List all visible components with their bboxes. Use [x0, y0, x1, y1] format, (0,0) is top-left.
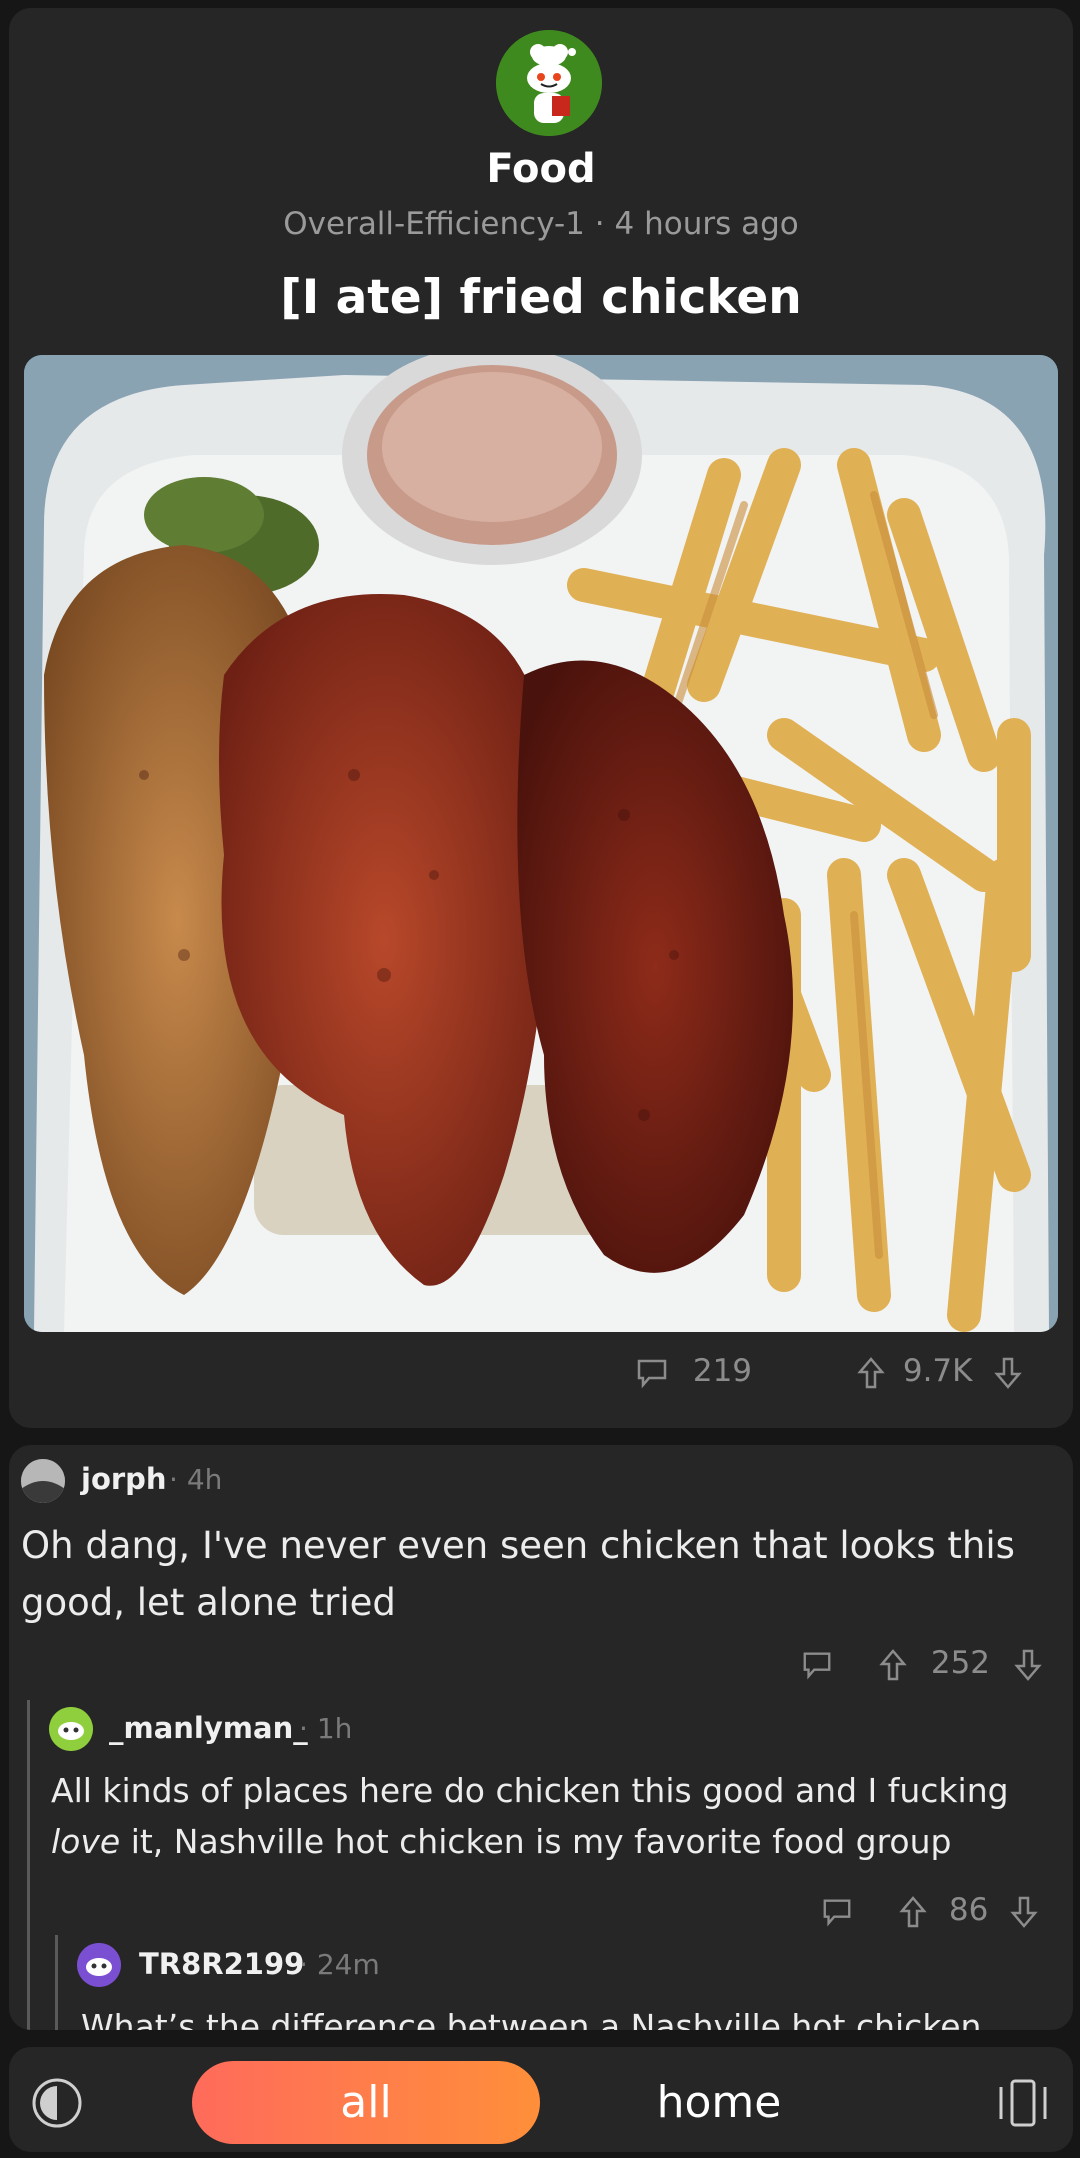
snoo-avatar-icon: [49, 1707, 93, 1751]
snoo-avatar-icon: [77, 1943, 121, 1987]
upvote-icon[interactable]: [857, 1356, 885, 1390]
post-author[interactable]: Overall-Efficiency-1: [283, 206, 585, 242]
comment-body: What’s the difference between a Nashvill…: [81, 2007, 982, 2030]
tab-home[interactable]: home: [609, 2061, 829, 2144]
reply-button[interactable]: [801, 1645, 833, 1681]
post-image[interactable]: [24, 355, 1058, 1332]
comment-score: 252: [930, 1645, 991, 1681]
comment-vote: 86: [899, 1892, 1038, 1929]
thread-line: [55, 1935, 58, 2030]
comment-vote: 252: [879, 1645, 1042, 1682]
post-card: Food Overall-Efficiency-1 · 4 hours ago …: [9, 8, 1073, 1428]
theme-toggle-button[interactable]: [29, 2075, 85, 2131]
comment-body: Oh dang, I've never even seen chicken th…: [21, 1524, 1015, 1624]
comment-score: 86: [948, 1892, 989, 1928]
comment-icon: [823, 1899, 851, 1926]
downvote-icon[interactable]: [1010, 1895, 1038, 1929]
downvote-icon[interactable]: [994, 1356, 1023, 1390]
post-title[interactable]: [I ate] fried chicken: [9, 270, 1073, 325]
fried-chicken-photo: [24, 355, 1058, 1332]
comment-body: All kinds of places here do chicken this…: [51, 1771, 1009, 1861]
comment-count: 219: [692, 1353, 753, 1389]
post-meta: Overall-Efficiency-1 · 4 hours ago: [9, 206, 1073, 242]
comment-time: · 4h: [169, 1463, 223, 1496]
user-avatar-icon: [21, 1459, 65, 1503]
comment-icon: [803, 1652, 831, 1679]
post-score: 9.7K: [902, 1353, 973, 1389]
avatar[interactable]: [77, 1943, 121, 1987]
tab-all[interactable]: all: [192, 2061, 540, 2144]
reply-button[interactable]: [821, 1892, 853, 1928]
comment-time: · 1h: [299, 1712, 353, 1745]
post-vote: 9.7K: [857, 1353, 1023, 1390]
comment-icon: [637, 1359, 667, 1388]
chef-snoo-icon: [496, 30, 602, 136]
avatar[interactable]: [21, 1459, 65, 1503]
bottom-nav: all home: [9, 2047, 1073, 2152]
comment-username[interactable]: _manlyman_: [109, 1711, 308, 1745]
post-time: 4 hours ago: [614, 206, 799, 242]
thread-line: [27, 1700, 30, 2030]
subreddit-avatar[interactable]: [496, 30, 602, 136]
downvote-icon[interactable]: [1014, 1648, 1042, 1682]
comments-button[interactable]: 219: [635, 1353, 752, 1390]
comments-card: jorph · 4h Oh dang, I've never even seen…: [9, 1445, 1073, 2030]
comment-username[interactable]: TR8R2199: [139, 1947, 304, 1981]
subreddit-name[interactable]: Food: [9, 146, 1073, 192]
meta-separator: ·: [594, 206, 605, 242]
card-view-icon: [999, 2079, 1047, 2127]
avatar[interactable]: [49, 1707, 93, 1751]
upvote-icon[interactable]: [879, 1648, 907, 1682]
upvote-icon[interactable]: [899, 1895, 927, 1929]
comment-time: · 24m: [299, 1948, 380, 1981]
contrast-icon: [32, 2078, 82, 2128]
comment-username[interactable]: jorph: [81, 1462, 167, 1496]
card-view-button[interactable]: [993, 2075, 1053, 2131]
